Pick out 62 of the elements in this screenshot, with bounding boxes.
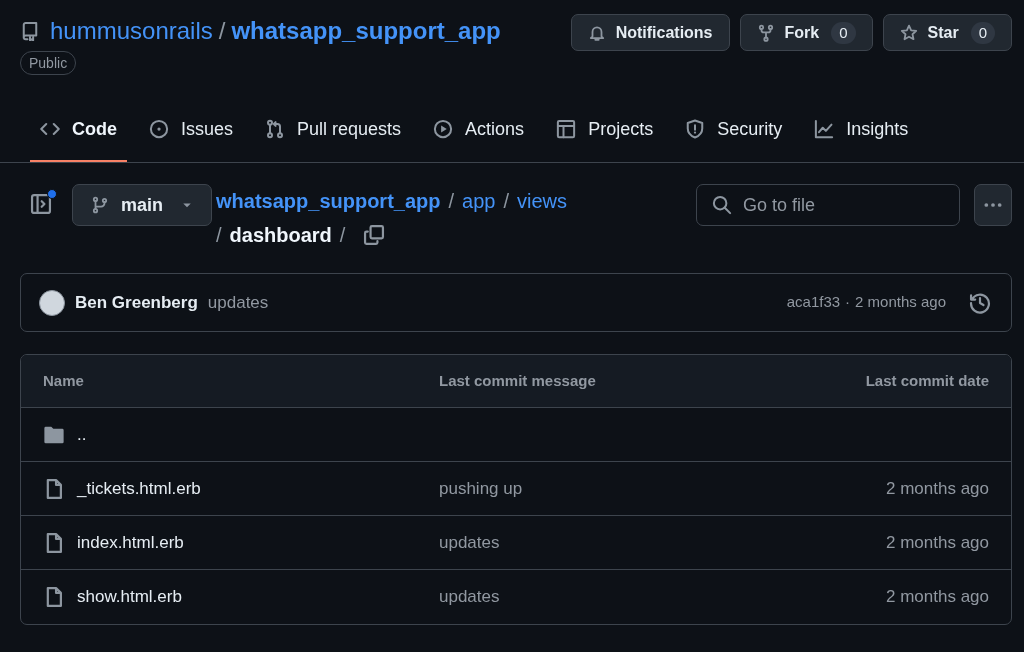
nav-tab[interactable]: Actions <box>423 98 535 162</box>
commit-date: 2 months ago <box>886 477 989 500</box>
file-name-link[interactable]: _tickets.html.erb <box>77 475 201 502</box>
nav-tab[interactable]: Issues <box>139 98 244 162</box>
search-field[interactable]: Go to file <box>696 184 960 226</box>
shield-icon <box>685 119 706 139</box>
fork-button[interactable]: Fork 0 <box>739 14 873 51</box>
count-label: 0 <box>831 21 856 44</box>
repo-name-link[interactable]: whatsapp_support_app <box>231 14 501 48</box>
more-button[interactable] <box>974 184 1012 226</box>
side-panel-icon <box>30 193 52 215</box>
pull-request-icon <box>265 119 286 139</box>
commit-message-link[interactable]: updates <box>439 532 500 552</box>
path-separator: / <box>448 189 455 214</box>
nav-tab[interactable]: Code <box>30 98 127 162</box>
commit-date: 2 months ago <box>886 586 989 609</box>
current-folder: dashboard <box>229 223 332 248</box>
breadcrumb-link[interactable]: views <box>517 184 567 218</box>
column-header: Last commit message <box>439 370 597 391</box>
copy-button[interactable] <box>363 224 386 246</box>
branch-icon <box>91 196 109 214</box>
star-icon <box>899 23 918 42</box>
copy-icon <box>363 224 386 246</box>
path-separator: / <box>503 189 509 214</box>
play-circle-icon <box>433 119 454 139</box>
commit-message[interactable]: updates <box>207 289 269 316</box>
file-name-link[interactable]: .. <box>77 421 87 448</box>
history-button[interactable] <box>969 291 991 314</box>
fork-icon <box>756 23 775 42</box>
branch-button[interactable]: main <box>72 184 212 226</box>
line-graph-icon <box>814 119 835 139</box>
commit-message-link[interactable]: pushing up <box>439 478 523 498</box>
avatar <box>39 289 65 316</box>
notifications-button[interactable]: Notifications <box>570 14 730 51</box>
star-button[interactable]: Star 0 <box>882 14 1012 51</box>
path-separator: / <box>218 16 226 46</box>
owner-link[interactable]: hummusonrails <box>50 14 213 48</box>
table-icon <box>556 119 577 139</box>
breadcrumb-link[interactable]: app <box>462 184 496 218</box>
history-icon <box>969 291 991 314</box>
commit-author[interactable]: Ben Greenberg <box>75 289 198 316</box>
breadcrumb-link[interactable]: whatsapp_support_app <box>216 184 441 218</box>
file-name-link[interactable]: show.html.erb <box>77 584 182 610</box>
path-separator: / <box>339 223 346 248</box>
column-header: Name <box>43 370 85 391</box>
nav-tab[interactable]: Security <box>675 98 793 162</box>
ellipsis-icon <box>984 203 1002 207</box>
nav-tab[interactable]: Pull requests <box>255 98 412 162</box>
commit-message-link[interactable]: updates <box>439 587 500 607</box>
search-icon <box>712 195 732 215</box>
column-header: Last commit date <box>865 370 989 391</box>
path-separator: / <box>216 223 222 248</box>
nav-tab[interactable]: Insights <box>804 98 919 162</box>
commit-time: 2 months ago <box>855 292 946 313</box>
nav-tab[interactable]: Projects <box>546 98 664 162</box>
count-label: 0 <box>970 21 995 44</box>
commit-sha[interactable]: aca1f33 <box>786 291 841 314</box>
repo-icon <box>20 21 40 41</box>
file-name-link[interactable]: index.html.erb <box>77 529 184 556</box>
commit-date: 2 months ago <box>886 531 989 554</box>
separator-dot: · <box>845 292 851 313</box>
circle-dot-icon <box>149 119 169 139</box>
